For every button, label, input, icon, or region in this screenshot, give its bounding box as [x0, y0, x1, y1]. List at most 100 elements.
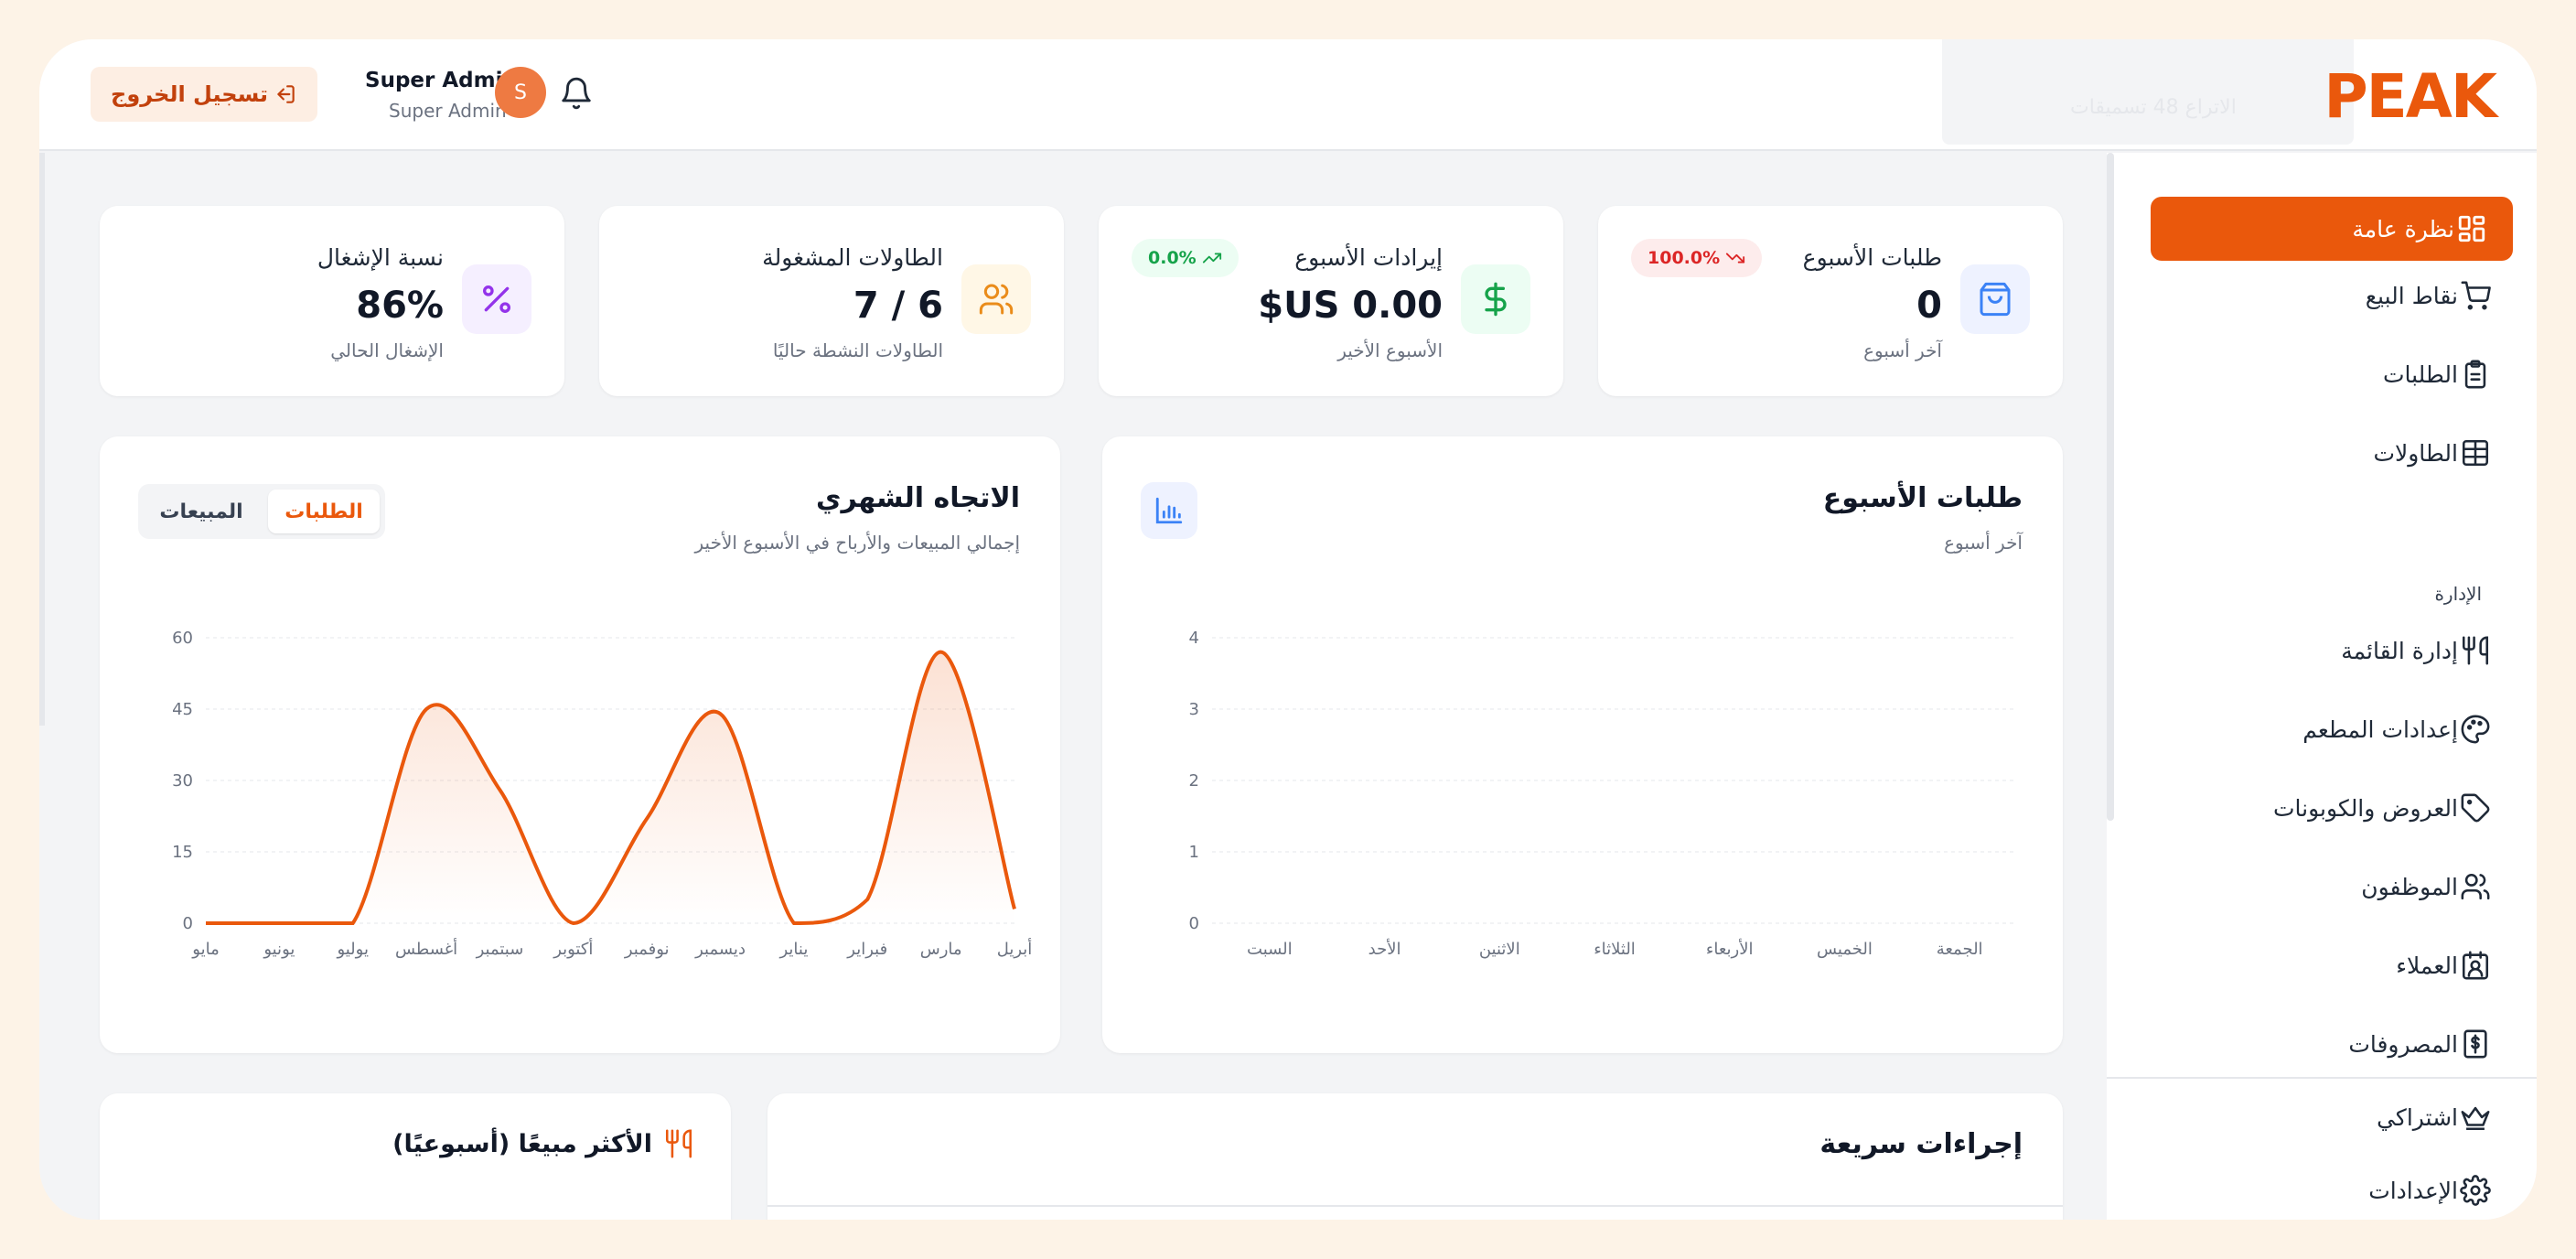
sidebar-item-label: الطاولات [2373, 439, 2458, 467]
y-tick-label: 30 [172, 771, 193, 791]
weekly-orders-chart: 0 1 2 3 4 الجمعة الخميس الأربعاء الثلاثاء الاثنين… [1189, 629, 2017, 959]
sidebar-item-tables[interactable]: الطاولات [2373, 433, 2491, 473]
stat-card-weekly-revenue: إيرادات الأسبوع $US 0.00 الأسبوع الأخير … [1099, 206, 1563, 396]
x-tick-label: الخميس [1817, 940, 1873, 959]
x-tick-label: الأحد [1368, 939, 1401, 959]
y-tick-label: 15 [172, 843, 193, 862]
notification-ghost [1942, 39, 2354, 145]
trending-down-icon [1726, 253, 1745, 264]
gear-icon [2460, 1175, 2491, 1206]
sidebar-item-overview[interactable]: نظرة عامة [2151, 197, 2513, 261]
app-frame: الاتراع 48 تسميقات PEAK تسجيل الخروج Sup… [39, 39, 2537, 1220]
sidebar-item-menu[interactable]: إدارة القائمة [2341, 630, 2491, 671]
x-tick-label: مارس [920, 940, 962, 959]
ghost-text: الاتراع 48 تسميقات [2070, 96, 2237, 119]
sidebar-item-label: العروض والكوبونات [2272, 794, 2458, 822]
top-header: الاتراع 48 تسميقات PEAK تسجيل الخروج Sup… [39, 39, 2537, 151]
sidebar-item-label: نقاط البيع [2365, 282, 2458, 309]
sidebar-divider [2107, 1077, 2537, 1079]
sidebar-item-offers[interactable]: العروض والكوبونات [2273, 788, 2491, 828]
users-icon [2461, 873, 2490, 900]
stat-value: 7 / 6 [853, 285, 943, 327]
stat-icon-bg [961, 264, 1031, 334]
top-selling-card: الأكثر مبيعًا (أسبوعيًا) [100, 1093, 731, 1220]
logout-button[interactable]: تسجيل الخروج [91, 67, 317, 122]
trend-badge: 0.0% [1132, 239, 1239, 277]
y-tick-label: 0 [1189, 914, 1199, 933]
quick-actions-title: إجراءات سريعة [1819, 1128, 2023, 1160]
y-tick-label: 4 [1189, 629, 1199, 648]
logout-icon [277, 85, 295, 103]
stat-card-occupied-tables: الطاولات المشغولة 7 / 6 الطاولات النشطة … [599, 206, 1064, 396]
stat-subtitle: آخر أسبوع [1863, 339, 1942, 361]
sidebar-item-subscription[interactable]: اشتراكي [2377, 1097, 2491, 1137]
x-tick-label: يناير [778, 940, 808, 959]
utensils-icon [2462, 636, 2489, 665]
stat-icon-bg [1461, 264, 1530, 334]
stat-title: إيرادات الأسبوع [1294, 244, 1443, 271]
sidebar-item-staff[interactable]: الموظفون [2361, 866, 2491, 907]
y-tick-label: 0 [183, 914, 193, 933]
logout-label: تسجيل الخروج [111, 81, 268, 107]
top-selling-header: الأكثر مبيعًا (أسبوعيًا) [392, 1128, 694, 1159]
stat-value: $US 0.00 [1258, 285, 1443, 327]
cart-icon [2461, 281, 2491, 310]
x-tick-label: الثلاثاء [1594, 940, 1636, 959]
dollar-icon [1485, 282, 1507, 317]
clipboard-icon [2464, 360, 2486, 389]
sidebar-item-label: إدارة القائمة [2341, 637, 2458, 664]
toggle-orders[interactable]: الطلبات [268, 490, 380, 533]
y-tick-label: 1 [1189, 843, 1199, 862]
trending-up-icon [1202, 253, 1221, 264]
sidebar-item-orders[interactable]: الطلبات [2383, 354, 2491, 394]
toggle-sales[interactable]: المبيعات [145, 490, 257, 533]
badge-value: 100.0% [1648, 248, 1721, 268]
x-tick-label: يوليو [336, 940, 369, 959]
app-logo: PEAK [2324, 61, 2497, 132]
stat-card-weekly-orders: طلبات الأسبوع 0 آخر أسبوع 100.0% [1598, 206, 2063, 396]
stat-title: الطاولات المشغولة [762, 244, 943, 271]
chart-toggle: الطلبات المبيعات [138, 484, 385, 539]
x-tick-label: الأربعاء [1706, 939, 1754, 959]
y-tick-label: 3 [1189, 700, 1199, 719]
sidebar-item-pos[interactable]: نقاط البيع [2366, 275, 2491, 316]
dashboard-icon [2458, 215, 2485, 242]
sidebar-item-label: إعدادات المطعم [2302, 716, 2458, 743]
sidebar-item-label: اشتراكي [2377, 1103, 2458, 1131]
tag-icon [2461, 793, 2490, 823]
top-selling-title: الأكثر مبيعًا (أسبوعيًا) [392, 1129, 652, 1158]
sidebar-scrollbar[interactable] [2107, 153, 2114, 821]
users-icon [979, 284, 1014, 315]
chart-subtitle: إجمالي المبيعات والأرباح في الأسبوع الأخ… [694, 532, 1020, 554]
stat-title: نسبة الإشغال [317, 244, 444, 271]
x-tick-label: أبريل [997, 938, 1033, 959]
stat-subtitle: الأسبوع الأخير [1337, 339, 1443, 361]
badge-value: 0.0% [1148, 248, 1197, 268]
sidebar-item-settings[interactable]: الإعدادات [2368, 1170, 2491, 1211]
contact-icon [2462, 951, 2489, 980]
chart-title: طلبات الأسبوع [1822, 482, 2023, 514]
stat-icon-bg [1960, 264, 2030, 334]
main-scrollbar[interactable] [39, 153, 45, 726]
x-tick-label: الاثنين [1479, 940, 1520, 959]
monthly-trend-card: الاتجاه الشهري إجمالي المبيعات والأرباح … [100, 436, 1060, 1053]
sidebar-item-expenses[interactable]: المصروفات [2348, 1024, 2491, 1064]
receipt-icon [2463, 1029, 2487, 1059]
stat-value: 0 [1916, 285, 1942, 327]
x-tick-label: الجمعة [1937, 940, 1983, 959]
y-tick-label: 2 [1189, 771, 1199, 791]
utensils-icon [665, 1129, 692, 1158]
sidebar-item-restaurant-settings[interactable]: إعدادات المطعم [2302, 709, 2491, 749]
table-icon [2462, 439, 2489, 467]
x-tick-label: ديسمبر [694, 940, 746, 959]
sidebar-section-admin: الإدارة [2434, 583, 2482, 605]
bell-icon[interactable] [559, 76, 594, 111]
sidebar-item-customers[interactable]: العملاء [2396, 945, 2491, 985]
card-divider [767, 1205, 2063, 1207]
chart-type-button[interactable] [1141, 482, 1197, 539]
percent-icon [483, 285, 510, 313]
avatar[interactable]: S [495, 67, 546, 118]
stat-subtitle: الإشغال الحالي [330, 339, 444, 361]
x-tick-label: يونيو [263, 940, 295, 959]
monthly-trend-chart: 0 15 30 45 60 أبريل مارس فبراير يناير ديسمبر نوفمب… [172, 629, 1033, 959]
